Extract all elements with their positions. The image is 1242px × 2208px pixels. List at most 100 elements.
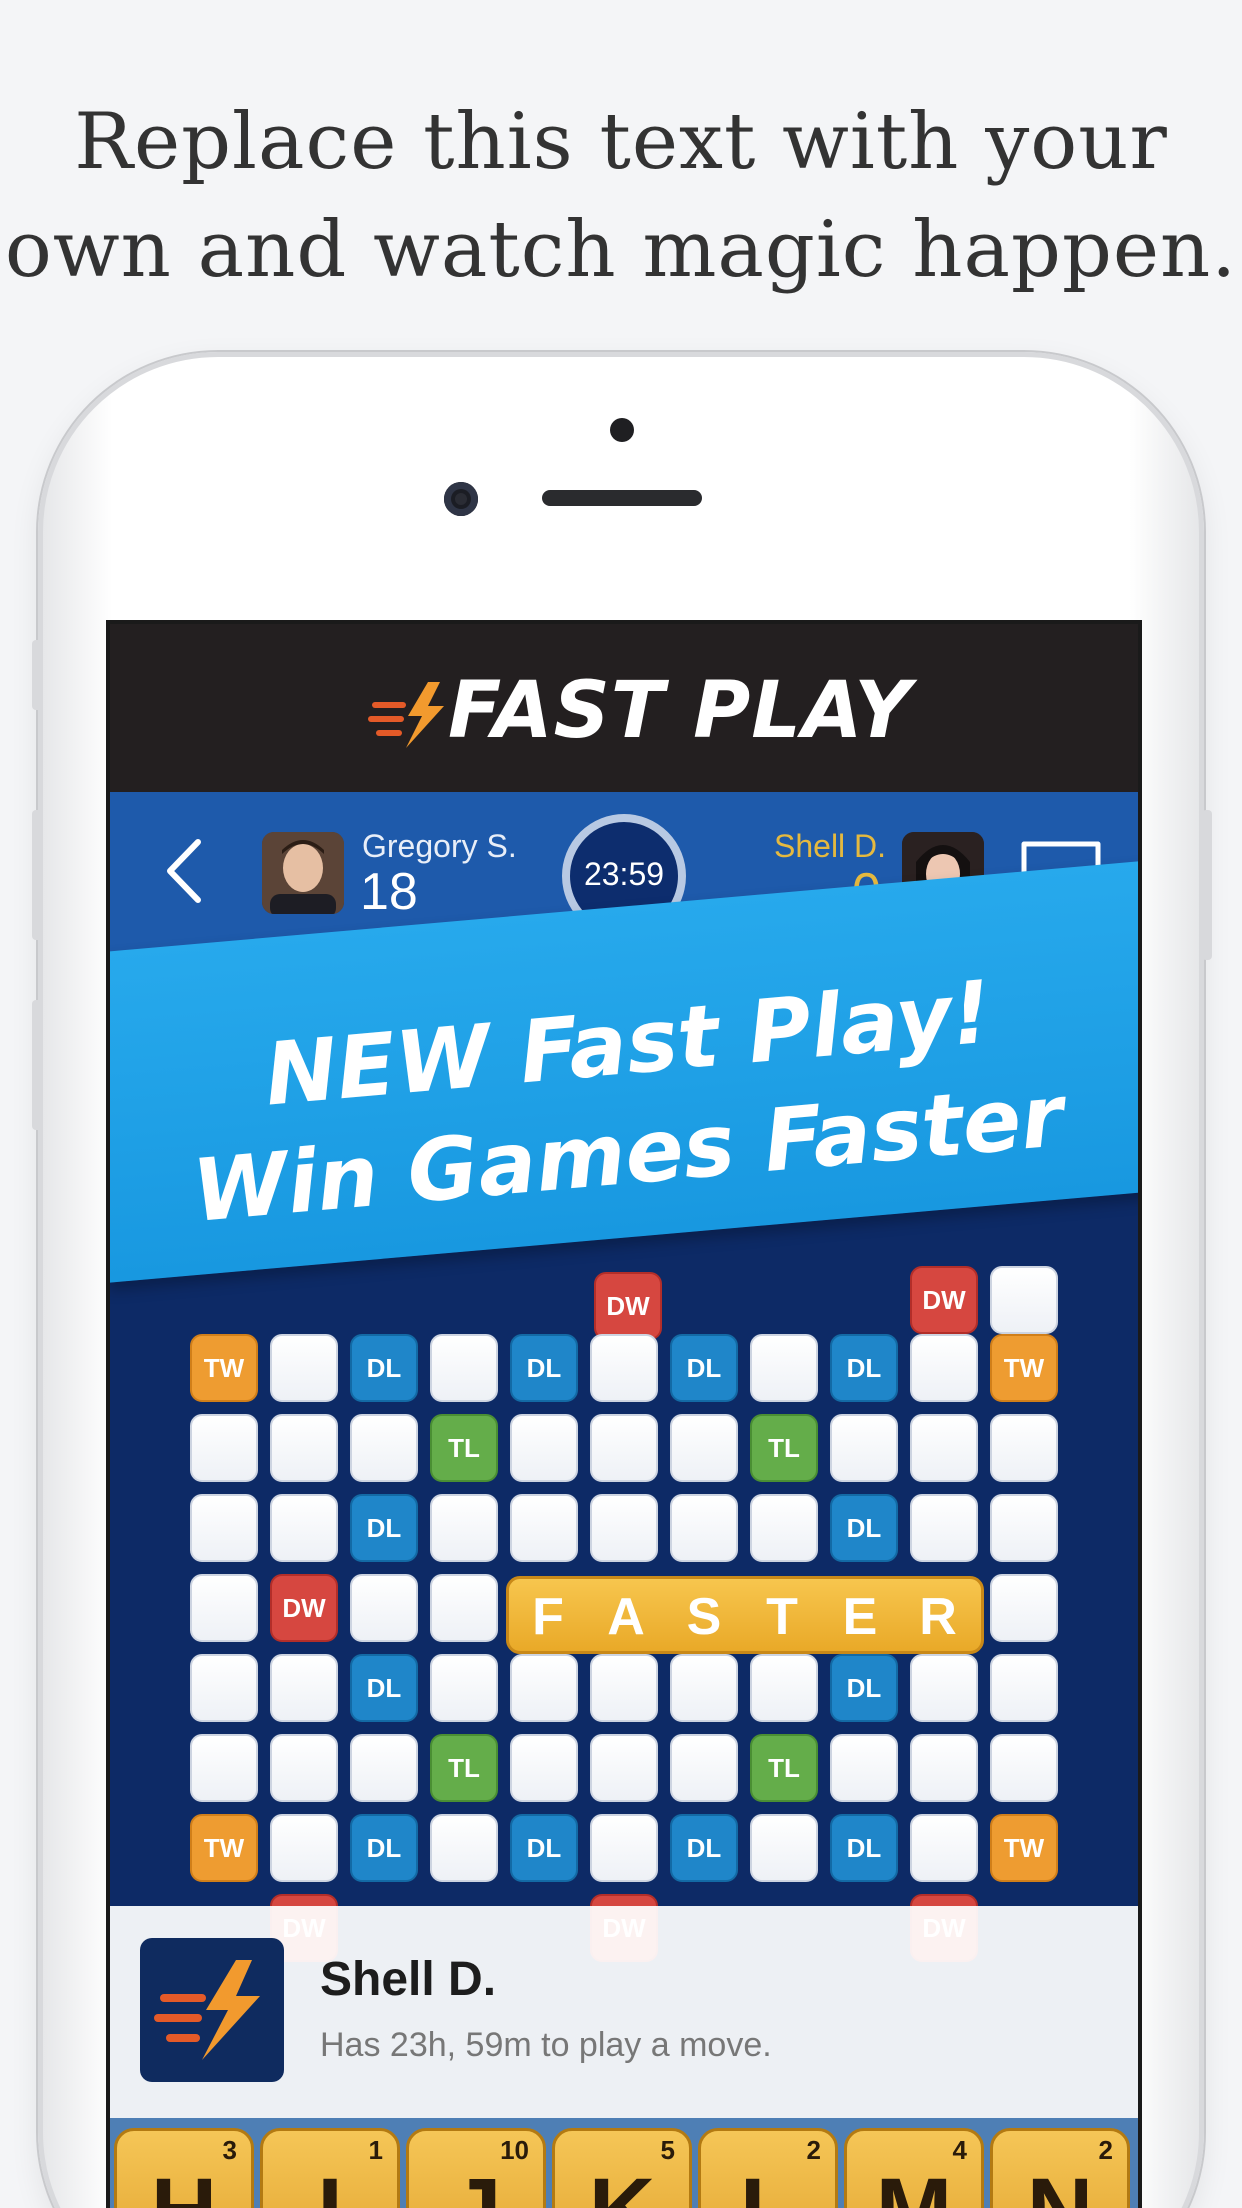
board-cell[interactable] [990,1414,1058,1482]
word-tile-letter: F [532,1588,564,1646]
board-cell-dl[interactable]: DL [350,1494,418,1562]
board-cell[interactable] [750,1494,818,1562]
board-cell[interactable] [510,1494,578,1562]
fast-play-banner: FAST PLAY [110,624,1138,792]
board-cell-dl[interactable]: DL [830,1334,898,1402]
player-left-avatar[interactable] [262,832,344,914]
player-left-score: 18 [360,863,418,921]
proximity-sensor [610,418,634,442]
board-cell-dw[interactable]: DW [910,1266,978,1334]
board-cell-dw[interactable]: DW [270,1574,338,1642]
rack-tile[interactable]: 2 N [990,2128,1130,2208]
board-cell-tl[interactable]: TL [430,1414,498,1482]
board-cell[interactable] [830,1414,898,1482]
tile-rack: 3 H 1 I 10 J 5 K 2 L 4 M 2 N [110,2118,1138,2208]
board-cell[interactable] [510,1734,578,1802]
board-cell[interactable] [590,1734,658,1802]
board-cell-dl[interactable]: DL [830,1814,898,1882]
rack-tile[interactable]: 3 H [114,2128,254,2208]
board-cell[interactable] [750,1334,818,1402]
board-cell[interactable] [590,1654,658,1722]
board-cell[interactable] [990,1266,1058,1334]
board-cell-dl[interactable]: DL [510,1334,578,1402]
board-cell[interactable] [430,1494,498,1562]
board-cell[interactable] [190,1574,258,1642]
tile-letter: L [701,2159,835,2208]
board-cell[interactable] [830,1734,898,1802]
board-cell-dl[interactable]: DL [830,1654,898,1722]
board-cell-tl[interactable]: TL [750,1734,818,1802]
board-cell[interactable] [590,1814,658,1882]
board-cell[interactable] [590,1494,658,1562]
headline-line-2: own and watch magic happen. [4,205,1238,295]
board-cell[interactable] [670,1734,738,1802]
board-cell[interactable] [270,1814,338,1882]
earpiece-speaker [542,490,702,506]
tile-letter: H [117,2159,251,2208]
board-cell[interactable] [910,1494,978,1562]
board-cell[interactable] [190,1734,258,1802]
board-cell[interactable] [350,1414,418,1482]
board-cell[interactable] [270,1334,338,1402]
board-cell-tw[interactable]: TW [190,1814,258,1882]
tile-letter: M [847,2159,981,2208]
board-cell-dl[interactable]: DL [350,1814,418,1882]
board-cell[interactable] [670,1494,738,1562]
board-cell[interactable] [430,1574,498,1642]
board-cell-tw[interactable]: TW [190,1334,258,1402]
rack-tile[interactable]: 10 J [406,2128,546,2208]
board-cell[interactable] [670,1414,738,1482]
board-cell[interactable] [430,1654,498,1722]
board-cell[interactable] [270,1734,338,1802]
board-cell[interactable] [190,1494,258,1562]
board-cell[interactable] [510,1414,578,1482]
board-cell[interactable] [910,1334,978,1402]
board-cell-dl[interactable]: DL [830,1494,898,1562]
board-cell-tl[interactable]: TL [750,1414,818,1482]
board-cell-dl[interactable]: DL [510,1814,578,1882]
board-cell[interactable] [910,1654,978,1722]
app-icon [140,1938,284,2082]
board-cell[interactable] [990,1734,1058,1802]
board-cell-dl[interactable]: DL [670,1334,738,1402]
board-cell[interactable] [910,1414,978,1482]
board-cell[interactable] [750,1814,818,1882]
board-cell[interactable] [990,1574,1058,1642]
board-cell-dl[interactable]: DL [670,1814,738,1882]
board-cell[interactable] [990,1494,1058,1562]
placed-word[interactable]: F A S T E R [506,1576,984,1654]
app-screen: FAST PLAY Gregory S. 18 23:59 Shell D. 0 [106,620,1142,2208]
board-cell-dl[interactable]: DL [350,1334,418,1402]
board-cell[interactable] [190,1414,258,1482]
board-cell[interactable] [910,1814,978,1882]
board-cell[interactable] [350,1574,418,1642]
player-right-name: Shell D. [774,828,887,864]
board-cell[interactable] [270,1414,338,1482]
board-cell[interactable] [670,1654,738,1722]
board-cell[interactable] [270,1494,338,1562]
rack-tile[interactable]: 4 M [844,2128,984,2208]
board-cell[interactable] [750,1654,818,1722]
rack-tile[interactable]: 2 L [698,2128,838,2208]
board-cell-tl[interactable]: TL [430,1734,498,1802]
board-cell[interactable] [590,1334,658,1402]
board-cell[interactable] [430,1334,498,1402]
board-cell[interactable] [510,1654,578,1722]
board-cell-tw[interactable]: TW [990,1814,1058,1882]
rack-tile[interactable]: 1 I [260,2128,400,2208]
board-cell[interactable] [590,1414,658,1482]
board-cell[interactable] [350,1734,418,1802]
board-cell[interactable] [190,1654,258,1722]
board-cell-tw[interactable]: TW [990,1334,1058,1402]
board-cell-dw[interactable]: DW [594,1272,662,1340]
rack-tile[interactable]: 5 K [552,2128,692,2208]
board-cell[interactable] [910,1734,978,1802]
board-cell[interactable] [270,1654,338,1722]
board-cell[interactable] [430,1814,498,1882]
phone-side-button [32,640,42,710]
back-chevron-icon[interactable] [160,836,210,906]
board-cell[interactable] [990,1654,1058,1722]
board-cell-dl[interactable]: DL [350,1654,418,1722]
push-notification[interactable]: Shell D. Has 23h, 59m to play a move. [110,1906,1138,2118]
word-tile-letter: E [842,1588,878,1646]
